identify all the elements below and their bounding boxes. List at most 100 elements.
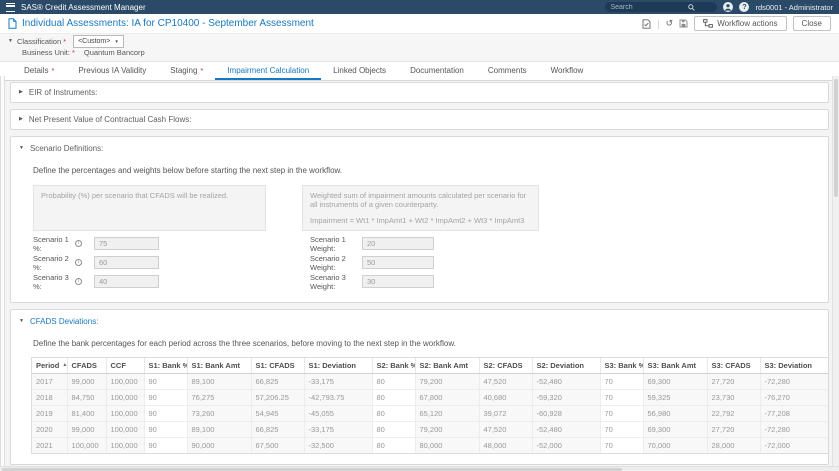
close-button[interactable]: Close — [792, 16, 831, 31]
table-cell: 81,400 — [67, 405, 107, 422]
close-label: Close — [801, 19, 822, 28]
table-cell: 99,000 — [67, 421, 107, 438]
table-cell: 2017 — [32, 373, 68, 390]
editable-cell[interactable]: 90 — [144, 437, 188, 453]
scenario-2-pct-label: Scenario 2 %: — [33, 253, 69, 272]
required-marker: * — [63, 37, 67, 46]
editable-cell[interactable]: 80 — [372, 421, 416, 438]
column-header[interactable]: Period ▲ — [32, 358, 68, 374]
section-header[interactable]: ▼ Scenario Definitions: — [19, 144, 820, 153]
column-header[interactable]: CCF — [106, 358, 145, 374]
meta-band: ▼ Classification * <Custom> ▼ Business U… — [0, 34, 839, 62]
info-icon[interactable]: i — [75, 259, 82, 266]
column-header[interactable]: S3: CFADS — [707, 358, 761, 374]
column-header[interactable]: S2: Bank % — [372, 358, 416, 374]
editable-cell[interactable]: 70 — [600, 421, 644, 438]
column-header[interactable]: S3: Deviation — [760, 358, 828, 374]
column-header[interactable]: S3: Bank % — [600, 358, 644, 374]
editable-cell[interactable]: 70 — [600, 437, 644, 453]
column-header[interactable]: S3: Bank Amt — [643, 358, 708, 374]
table-cell: 89,100 — [187, 421, 252, 438]
vertical-scrollbar[interactable] — [832, 76, 839, 466]
classification-twisty-icon[interactable]: ▼ — [8, 39, 13, 44]
topbar-right-group: ? rds0001 - Administrator — [605, 2, 833, 12]
table-cell: 2019 — [32, 405, 68, 422]
hamburger-menu-icon[interactable] — [6, 2, 15, 12]
table-cell: -60,928 — [532, 405, 601, 422]
scenario-1-pct-label: Scenario 1 %: — [33, 234, 69, 253]
table-cell: -77,208 — [760, 405, 828, 422]
classification-dropdown[interactable]: <Custom> ▼ — [73, 35, 124, 48]
editable-cell[interactable]: 90 — [144, 373, 188, 390]
probability-note: Probability (%) per scenario that CFADS … — [33, 185, 266, 231]
table-cell: -33,175 — [304, 421, 373, 438]
assessment-document-icon — [8, 18, 17, 29]
table-cell: -42,793.75 — [304, 389, 373, 406]
workflow-actions-button[interactable]: Workflow actions — [694, 16, 787, 31]
workflow-actions-label: Workflow actions — [717, 19, 778, 28]
section-eir-of-instruments[interactable]: ▶ EIR of Instruments: — [10, 82, 829, 103]
chevron-down-icon: ▼ — [114, 39, 119, 44]
content-area: ▶ EIR of Instruments: ▶ Net Present Valu… — [0, 76, 831, 466]
info-icon[interactable]: i — [75, 240, 82, 247]
column-header[interactable]: CFADS — [67, 358, 107, 374]
table-cell: 66,825 — [251, 373, 305, 390]
editable-cell[interactable]: 70 — [600, 405, 644, 422]
history-icon[interactable]: ↺ — [666, 19, 674, 28]
info-icon[interactable]: i — [75, 278, 82, 285]
section-header[interactable]: ▶ EIR of Instruments: — [19, 88, 820, 97]
search-input[interactable] — [610, 3, 689, 11]
collapsed-twisty-icon: ▶ — [19, 116, 23, 122]
table-cell: 100,000 — [106, 437, 145, 453]
validate-icon[interactable] — [642, 18, 651, 29]
editable-cell[interactable]: 80 — [372, 373, 416, 390]
column-header[interactable]: S1: CFADS — [251, 358, 305, 374]
column-header[interactable]: S2: Deviation — [532, 358, 601, 374]
column-header[interactable]: S1: Deviation — [304, 358, 373, 374]
save-icon[interactable] — [679, 19, 688, 28]
editable-cell[interactable]: 90 — [144, 389, 188, 406]
table-cell: 47,520 — [479, 421, 533, 438]
table-cell: 2020 — [32, 421, 68, 438]
table-cell: -52,480 — [532, 373, 601, 390]
column-header[interactable]: S1: Bank % — [144, 358, 188, 374]
left-panel-splitter[interactable] — [0, 76, 5, 466]
column-header[interactable]: S2: Bank Amt — [415, 358, 480, 374]
table-cell: -33,175 — [304, 373, 373, 390]
scenario-3-row: Scenario 3 %: i Scenario 3 Weight: — [33, 272, 820, 291]
editable-cell[interactable]: 80 — [372, 437, 416, 453]
business-unit-value: Quantum Bancorp — [83, 48, 145, 57]
column-header[interactable]: S1: Bank Amt — [187, 358, 252, 374]
scenario-3-pct-label: Scenario 3 %: — [33, 272, 69, 291]
logged-in-user: rds0001 - Administrator — [755, 2, 833, 12]
editable-cell[interactable]: 70 — [600, 373, 644, 390]
search-box[interactable] — [605, 2, 718, 12]
column-header[interactable]: S2: CFADS — [479, 358, 533, 374]
search-icon[interactable] — [688, 3, 696, 11]
top-bar: SAS® Credit Assessment Manager ? rds0001… — [0, 0, 839, 14]
section-npv-contractual-cash-flows[interactable]: ▶ Net Present Value of Contractual Cash … — [10, 109, 829, 130]
table-cell: -72,280 — [760, 421, 828, 438]
user-icon[interactable] — [723, 2, 734, 12]
scenario-2-row: Scenario 2 %: i Scenario 2 Weight: — [33, 253, 820, 272]
collapsed-twisty-icon: ▶ — [19, 89, 23, 95]
section-header[interactable]: ▶ Net Present Value of Contractual Cash … — [19, 115, 820, 124]
scenario-1-pct-field — [94, 237, 159, 250]
editable-cell[interactable]: 90 — [144, 405, 188, 422]
section-title: Scenario Definitions: — [29, 144, 104, 153]
table-cell: 90,000 — [187, 437, 252, 453]
help-icon[interactable]: ? — [739, 2, 750, 12]
table-cell: 27,720 — [707, 373, 761, 390]
required-marker: * — [51, 65, 55, 75]
editable-cell[interactable]: 80 — [372, 405, 416, 422]
cfads-table: Period ▲ CFADS CCF S1: Bank % S1: Bank Amt S1:… — [32, 358, 828, 453]
table-cell: 70,000 — [643, 437, 708, 453]
editable-cell[interactable]: 80 — [372, 389, 416, 406]
scenario-2-weight-field — [362, 256, 434, 269]
vertical-scrollbar-thumb[interactable] — [834, 79, 838, 197]
editable-cell[interactable]: 70 — [600, 389, 644, 406]
section-header[interactable]: ▼ CFADS Deviations: — [19, 317, 820, 326]
horizontal-scrollbar[interactable] — [0, 466, 839, 471]
editable-cell[interactable]: 90 — [144, 421, 188, 438]
page-title: Individual Assessments: IA for CP10400 -… — [22, 18, 314, 29]
